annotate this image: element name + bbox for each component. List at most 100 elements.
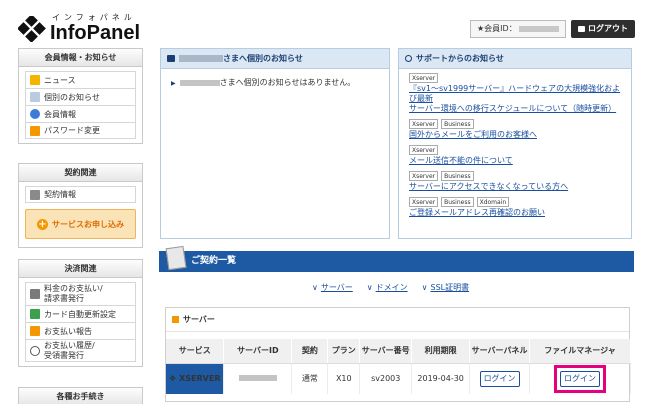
sidebar-item-label-line1: 料金のお支払い/: [44, 284, 103, 293]
support-notices-title-text: サポートからのお知らせ: [416, 54, 504, 63]
service-apply-button[interactable]: + サービスお申し込み: [25, 209, 136, 239]
user-name-redacted: [179, 79, 220, 86]
service-cell: ❖ XSERVER: [166, 363, 225, 394]
sidebar-item-label: パスワード変更: [44, 126, 100, 135]
sidebar-procedures: 各種お手続き: [18, 387, 143, 404]
support-notice-link[interactable]: ご登録メールアドレス再確認のお願い: [409, 208, 621, 218]
member-id-label: ★会員ID：: [477, 24, 517, 33]
notice-tags: Xserver Business: [409, 171, 621, 181]
service-apply-label: サービスお申し込み: [52, 219, 124, 229]
anchor-server[interactable]: ∨ サーバー: [312, 282, 353, 293]
logout-button[interactable]: ログアウト: [571, 20, 635, 38]
member-id-display: ★会員ID：: [470, 20, 566, 38]
sidebar-item-contract-info[interactable]: 契約情報: [25, 186, 136, 203]
server-section-title: サーバー: [166, 308, 629, 332]
notice-tags: Xserver Business Xdomain: [409, 197, 621, 207]
support-notice-link-line: 『sv1〜sv1999サーバー』ハードウェアの大規模強化および最新: [409, 84, 621, 103]
sidebar-item-label: 会員情報: [44, 109, 76, 119]
support-notice-item: Xserver メール送信不能の件について: [409, 145, 621, 166]
col-expiry: 利用期限: [411, 339, 471, 364]
chevron-down-icon: ∨: [312, 283, 318, 292]
sidebar-item-label-line1: お支払い履歴/: [44, 340, 95, 350]
file-manager-cell: ログイン: [529, 363, 631, 394]
sidebar-contract-list: 契約情報: [19, 182, 142, 203]
notice-tags: Xserver Business: [409, 119, 621, 129]
support-notice-link-line: サーバー環境への移行スケジュールについて（随時更新）: [409, 104, 617, 113]
news-icon: [30, 75, 40, 85]
support-notice-link[interactable]: サーバーにアクセスできなくなっている方へ: [409, 182, 621, 192]
sidebar-item-label: カード自動更新設定: [44, 309, 116, 319]
col-server-number: サーバー番号: [359, 339, 413, 364]
support-notice-link[interactable]: メール送信不能の件について: [409, 156, 621, 166]
logout-label: ログアウト: [588, 24, 628, 33]
sidebar-contract: 契約関連 契約情報 + サービスお申し込み: [18, 163, 143, 248]
tag-xserver: Xserver: [409, 171, 439, 181]
sidebar-item-news[interactable]: ニュース: [25, 71, 136, 88]
support-notice-item: Xserver Business Xdomain ご登録メールアドレス再確認のお願い: [409, 197, 621, 218]
anchor-ssl[interactable]: ∨ SSL証明書: [422, 282, 469, 293]
sidebar-item-label-line2: 受領書発行: [44, 350, 84, 360]
notice-icon: [30, 92, 40, 102]
sidebar-item-label: お支払い報告: [44, 326, 92, 336]
sidebar-item-payment-report[interactable]: お支払い報告: [25, 322, 136, 339]
support-notice-link[interactable]: 国外からメールをご利用のお客様へ: [409, 130, 621, 140]
logo-text: InfoPanel: [50, 22, 141, 44]
col-file-manager: ファイルマネージャ: [529, 339, 631, 364]
sidebar-item-label: 料金のお支払い/請求書発行: [44, 284, 103, 304]
lock-icon: [578, 26, 585, 32]
sidebar-payment: 決済関連 料金のお支払い/請求書発行 カード自動更新設定 お支払い報告 お支払い…: [18, 259, 143, 367]
table-row: ❖ XSERVER 通常 X10 sv2003 2019-04-30 ログイン ロ…: [166, 363, 631, 394]
sidebar-item-member-info[interactable]: 会員情報: [25, 105, 136, 122]
service-name: XSERVER: [179, 374, 221, 384]
report-icon: [30, 326, 40, 336]
contract-icon: [30, 189, 40, 200]
highlight-frame: ログイン: [554, 364, 607, 393]
sidebar-item-payment[interactable]: 料金のお支払い/請求書発行: [25, 282, 136, 305]
support-notice-item: Xserver Business サーバーにアクセスできなくなっている方へ: [409, 171, 621, 192]
file-manager-login-button[interactable]: ログイン: [560, 370, 601, 387]
sidebar-item-label-line2: 請求書発行: [44, 294, 84, 303]
sidebar-member-info: 会員情報・お知らせ ニュース 個別のお知らせ 会員情報 パスワード変更: [18, 48, 143, 144]
server-contract-box: サーバー サービス サーバーID 契約 プラン サーバー番号 利用期限 サーバー…: [165, 307, 631, 402]
sidebar-payment-title: 決済関連: [19, 260, 142, 278]
tag-xdomain: Xdomain: [476, 197, 510, 207]
sidebar-item-payment-history[interactable]: お支払い履歴/受領書発行: [25, 339, 136, 362]
server-panel-login-button[interactable]: ログイン: [479, 370, 520, 387]
individual-notices-empty-text: さまへ個別のお知らせはありません。: [219, 78, 356, 87]
plus-circle-icon: +: [37, 218, 48, 230]
tag-xserver: Xserver: [409, 73, 439, 83]
xserver-logo-icon: ❖: [168, 374, 177, 384]
individual-notices-panel: さまへ個別のお知らせ ▶ さまへ個別のお知らせはありません。: [160, 48, 390, 239]
contract-anchor-links: ∨ サーバー ∨ ドメイン ∨ SSL証明書: [312, 282, 469, 293]
anchor-domain-label: ドメイン: [375, 283, 408, 292]
sidebar-item-label: 個別のお知らせ: [44, 92, 100, 102]
server-table: サービス サーバーID 契約 プラン サーバー番号 利用期限 サーバーパネル フ…: [166, 339, 631, 394]
tag-xserver: Xserver: [409, 197, 439, 207]
support-notice-item: Xserver Business 国外からメールをご利用のお客様へ: [409, 119, 621, 140]
plan-cell: X10: [327, 363, 361, 394]
sidebar-item-label: 契約情報: [44, 190, 76, 199]
support-notices-panel: サポートからのお知らせ Xserver 『sv1〜sv1999サーバー』ハードウ…: [398, 48, 632, 239]
expiry-cell: 2019-04-30: [411, 363, 471, 394]
sidebar-item-password[interactable]: パスワード変更: [25, 122, 136, 139]
bulb-icon: [405, 55, 412, 62]
sidebar-item-card-renewal[interactable]: カード自動更新設定: [25, 305, 136, 322]
notice-bubble-icon: [167, 55, 175, 62]
sidebar-item-label: ニュース: [44, 75, 76, 85]
col-server-id: サーバーID: [223, 339, 293, 364]
tag-business: Business: [441, 197, 474, 207]
support-notice-link[interactable]: 『sv1〜sv1999サーバー』ハードウェアの大規模強化および最新 サーバー環境へ…: [409, 84, 621, 114]
logo-diamond-icon: [18, 16, 46, 42]
anchor-ssl-label: SSL証明書: [430, 283, 470, 292]
anchor-domain[interactable]: ∨ ドメイン: [367, 282, 408, 293]
clock-icon: [30, 345, 40, 356]
header: インフォパネル InfoPanel ★会員ID： ログアウト: [0, 0, 650, 48]
support-notices-title: サポートからのお知らせ: [399, 49, 631, 69]
tag-business: Business: [441, 119, 474, 129]
sidebar-item-label: お支払い履歴/受領書発行: [44, 341, 95, 361]
sidebar-item-notices[interactable]: 個別のお知らせ: [25, 88, 136, 105]
contract-cell: 通常: [291, 363, 329, 394]
sidebar-member-info-title: 会員情報・お知らせ: [19, 49, 142, 67]
individual-notices-title: さまへ個別のお知らせ: [161, 49, 389, 69]
document-icon: [165, 245, 187, 271]
